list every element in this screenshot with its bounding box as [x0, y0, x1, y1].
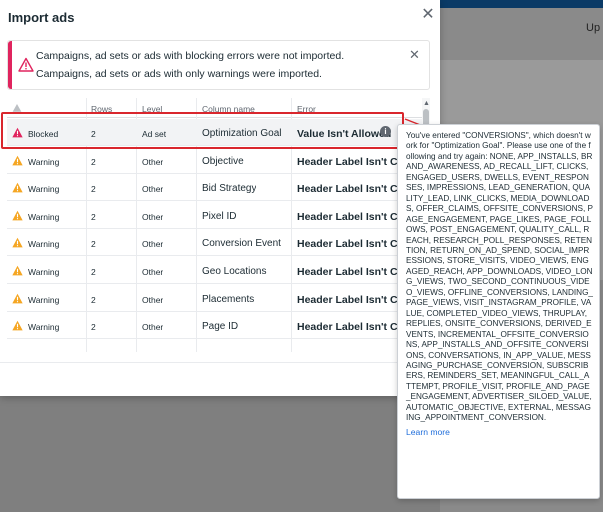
warning-triangle-icon [12, 320, 23, 331]
banner-message-warnings: Campaigns, ad sets or ads with only warn… [36, 68, 322, 80]
rows-count: 2 [91, 156, 96, 167]
status-label: Warning [28, 267, 60, 277]
status-label: Warning [28, 184, 60, 195]
column-name-value: Page ID [202, 321, 239, 333]
table-row[interactable]: Warning 2 Other Bid Strategy Header Label Is… [7, 174, 423, 202]
status-label: Warning [28, 211, 60, 222]
column-name-value: Placements [202, 293, 255, 305]
rows-count: 2 [91, 294, 96, 305]
rows-count: 2 [91, 184, 96, 195]
status-label: Warning [28, 294, 60, 305]
highlight-box [1, 112, 404, 149]
status-label: Warning [28, 322, 60, 333]
level-value: Other [142, 156, 164, 167]
error-banner: Campaigns, ad sets or ads with blocking … [7, 40, 430, 90]
table-row[interactable]: Warning 2 Other Pixel ID Header Label Isn't … [7, 202, 423, 229]
column-name-value: Objective [202, 155, 244, 167]
close-icon[interactable]: ✕ [421, 6, 435, 24]
banner-message-blocking: Campaigns, ad sets or ads with blocking … [36, 50, 345, 62]
divider [0, 362, 440, 363]
level-value: Other [142, 322, 164, 333]
level-value: Other [142, 184, 164, 195]
table-row[interactable]: Warning 2 Other Page ID Header Label Isn't C… [7, 312, 423, 340]
table-row[interactable]: Warning 2 Other Geo Locations Header Label I… [7, 257, 423, 284]
error-details-tooltip: You've entered "CONVERSIONS", which does… [397, 124, 600, 499]
column-name-value: Geo Locations [202, 266, 267, 277]
warning-triangle-icon [12, 155, 23, 165]
close-icon[interactable]: ✕ [409, 47, 420, 63]
table-row[interactable]: Warning 2 Other Objective Header Label Isn't… [7, 147, 423, 174]
status-label: Warning [28, 156, 60, 167]
rows-count: 2 [91, 239, 96, 250]
warning-triangle-icon [12, 265, 23, 276]
level-value: Other [142, 294, 164, 305]
warning-triangle-icon [12, 238, 23, 248]
rows-count: 2 [91, 211, 96, 222]
tooltip-message: You've entered "CONVERSIONS", which does… [406, 131, 593, 423]
table-row[interactable]: Warning 2 Other Conversion Event Header Labe… [7, 229, 423, 257]
learn-more-link[interactable]: Learn more [406, 427, 593, 437]
warning-triangle-icon [12, 210, 23, 221]
column-name-value: Conversion Event [202, 238, 281, 250]
background-label: Up [586, 22, 601, 34]
level-value: Other [142, 211, 164, 222]
level-value: Other [142, 267, 164, 277]
scroll-up-icon[interactable]: ▲ [423, 100, 430, 107]
column-name-value: Pixel ID [202, 210, 237, 222]
level-value: Other [142, 239, 164, 250]
warning-triangle-icon [12, 293, 23, 303]
rows-count: 2 [91, 267, 96, 277]
rows-count: 2 [91, 322, 96, 333]
warning-triangle-icon [18, 57, 34, 72]
status-label: Warning [28, 239, 60, 250]
import-ads-dialog: Import ads ✕ Campaigns, ad sets or ads w… [0, 0, 440, 396]
column-name-value: Bid Strategy [202, 183, 257, 195]
dialog-title: Import ads [8, 10, 75, 25]
warning-triangle-icon [12, 182, 23, 193]
table-row[interactable]: Warning 2 Other Placements Header Label Isn'… [7, 285, 423, 312]
banner-accent-bar [8, 41, 12, 89]
